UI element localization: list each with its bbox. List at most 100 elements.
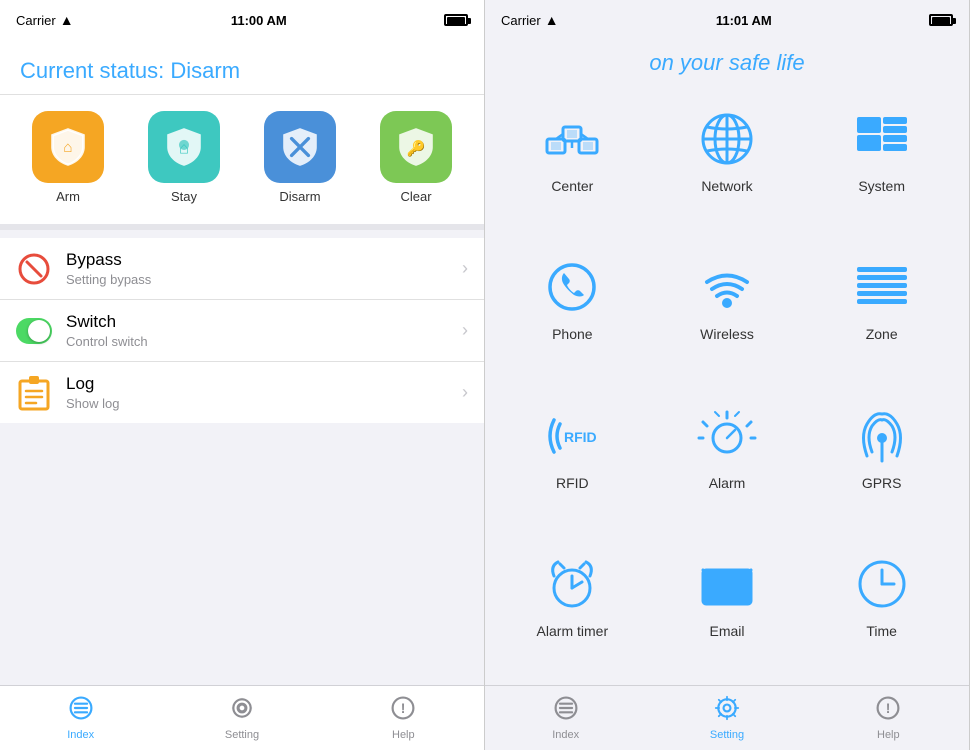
clear-label: Clear [400, 189, 431, 204]
stay-shield-icon: ⌂ [163, 126, 205, 168]
svg-text:!: ! [886, 700, 891, 716]
gprs-icon [847, 401, 917, 471]
bypass-subtitle: Setting bypass [66, 272, 462, 287]
disarm-label: Disarm [279, 189, 320, 204]
right-content: on your safe life [485, 40, 969, 685]
phone-label: Phone [552, 326, 592, 342]
switch-subtitle: Control switch [66, 334, 462, 349]
wireless-label: Wireless [700, 326, 754, 342]
left-tab-bar: Index Setting ! [0, 685, 484, 750]
left-tab-index-label: Index [67, 729, 94, 741]
left-tab-help-label: Help [392, 729, 415, 741]
switch-knob [28, 320, 50, 342]
center-icon [537, 104, 607, 174]
left-wifi-icon: ▲ [60, 12, 74, 28]
rfid-icon: RFID [537, 401, 607, 471]
left-tab-setting-label: Setting [225, 729, 259, 741]
grid-item-time[interactable]: Time [804, 537, 959, 685]
system-label: System [858, 178, 905, 194]
time-label: Time [866, 623, 897, 639]
grid-item-email[interactable]: Email [650, 537, 805, 685]
log-chevron: › [462, 382, 468, 403]
right-tab-help-label: Help [877, 729, 900, 741]
list-section: Bypass Setting bypass › Switch Control s… [0, 238, 484, 423]
alarm-timer-icon [537, 549, 607, 619]
switch-title: Switch [66, 312, 462, 332]
help-tab-icon: ! [390, 695, 416, 726]
left-tab-setting[interactable]: Setting [161, 695, 322, 741]
right-help-tab-icon: ! [875, 695, 901, 726]
left-tab-index[interactable]: Index [0, 695, 161, 741]
grid-item-center[interactable]: Center [495, 92, 650, 240]
grid-item-phone[interactable]: Phone [495, 240, 650, 388]
arm-shield-icon: ⌂ [47, 126, 89, 168]
zone-icon [847, 252, 917, 322]
grid-item-alarm-timer[interactable]: Alarm timer [495, 537, 650, 685]
email-icon [692, 549, 762, 619]
log-notepad-icon [18, 375, 50, 411]
alarm-label: Alarm [709, 475, 746, 491]
switch-toggle-icon [16, 318, 52, 344]
right-carrier: Carrier [501, 13, 541, 28]
zone-label: Zone [866, 326, 898, 342]
switch-chevron: › [462, 320, 468, 341]
disarm-shield-icon [279, 126, 321, 168]
grid-item-rfid[interactable]: RFID RFID [495, 389, 650, 537]
right-battery-icon [929, 14, 953, 26]
right-tab-index-label: Index [552, 729, 579, 741]
setting-tab-icon [229, 695, 255, 726]
svg-text:RFID: RFID [564, 429, 597, 445]
stay-label: Stay [171, 189, 197, 204]
switch-list-item[interactable]: Switch Control switch › [0, 300, 484, 362]
clear-icon-bg: 🔑 [380, 111, 452, 183]
log-icon [16, 375, 52, 411]
bypass-list-item[interactable]: Bypass Setting bypass › [0, 238, 484, 300]
right-tab-setting-label: Setting [710, 729, 744, 741]
left-carrier: Carrier [16, 13, 56, 28]
stay-icon-bg: ⌂ [148, 111, 220, 183]
disarm-icon-bg [264, 111, 336, 183]
center-label: Center [551, 178, 593, 194]
grid-item-system[interactable]: System [804, 92, 959, 240]
bypass-circle-icon [17, 252, 51, 286]
disarm-button[interactable]: Disarm [264, 111, 336, 204]
wireless-icon [692, 252, 762, 322]
svg-text:!: ! [401, 700, 406, 716]
right-tab-help[interactable]: ! Help [808, 695, 969, 741]
bypass-title: Bypass [66, 250, 462, 270]
alarm-timer-label: Alarm timer [537, 623, 609, 639]
left-tab-help[interactable]: ! Help [323, 695, 484, 741]
grid-item-alarm[interactable]: Alarm [650, 389, 805, 537]
grid-item-network[interactable]: Network [650, 92, 805, 240]
grid-item-gprs[interactable]: GPRS [804, 389, 959, 537]
clear-button[interactable]: 🔑 Clear [380, 111, 452, 204]
phone-icon [537, 252, 607, 322]
right-tab-setting[interactable]: Setting [646, 695, 807, 741]
svg-text:⌂: ⌂ [63, 139, 72, 156]
right-setting-tab-icon [714, 695, 740, 726]
alarm-icon [692, 401, 762, 471]
grid-menu: Center Network [485, 92, 969, 685]
clear-shield-icon: 🔑 [395, 126, 437, 168]
time-icon [847, 549, 917, 619]
right-tab-index[interactable]: Index [485, 695, 646, 741]
grid-item-zone[interactable]: Zone [804, 240, 959, 388]
tagline: on your safe life [485, 40, 969, 92]
log-list-item[interactable]: Log Show log › [0, 362, 484, 423]
grid-item-wireless[interactable]: Wireless [650, 240, 805, 388]
log-subtitle: Show log [66, 396, 462, 411]
bypass-icon [16, 251, 52, 287]
stay-button[interactable]: ⌂ Stay [148, 111, 220, 204]
left-time: 11:00 AM [231, 13, 287, 28]
left-battery-icon [444, 14, 468, 26]
action-buttons-row: ⌂ Arm ⌂ Stay [0, 95, 484, 230]
left-status-bar: Carrier ▲ 11:00 AM [0, 0, 484, 40]
network-icon [692, 104, 762, 174]
arm-button[interactable]: ⌂ Arm [32, 111, 104, 204]
right-index-tab-icon [553, 695, 579, 726]
right-tab-bar: Index Setting [485, 685, 969, 750]
network-label: Network [701, 178, 752, 194]
rfid-label: RFID [556, 475, 589, 491]
left-content: Current status: Disarm ⌂ Arm [0, 40, 484, 685]
arm-label: Arm [56, 189, 80, 204]
